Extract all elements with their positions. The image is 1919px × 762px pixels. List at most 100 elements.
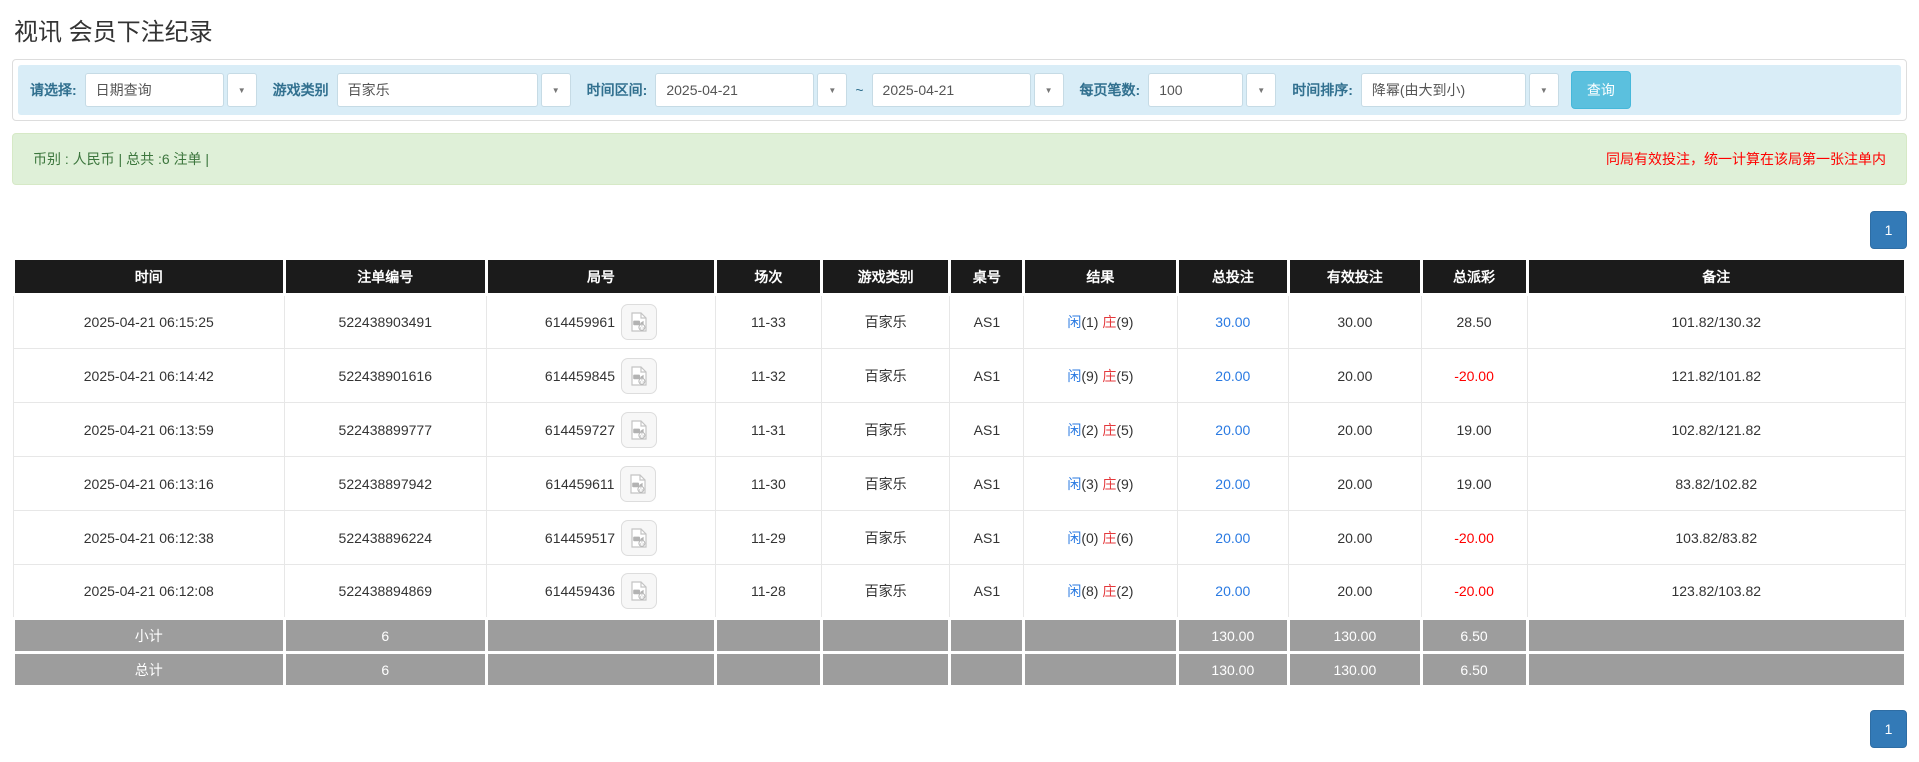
chevron-down-icon[interactable]: ▼ (227, 73, 257, 107)
cell-total-bet: 20.00 (1177, 403, 1289, 457)
total-bet-link[interactable]: 20.00 (1215, 422, 1250, 438)
total-total-bet: 130.00 (1177, 653, 1289, 687)
chevron-down-icon[interactable]: ▼ (1529, 73, 1559, 107)
video-replay-button[interactable] (620, 466, 656, 502)
cell-valid-bet: 20.00 (1289, 565, 1421, 619)
total-bet-link[interactable]: 20.00 (1215, 530, 1250, 546)
player-result-label: 闲 (1067, 314, 1081, 330)
cell-table-no: AS1 (950, 295, 1024, 349)
page-root: 视讯 会员下注纪录 请选择: 日期查询 ▼ 游戏类别 百家乐 ▼ 时间区间: 2… (0, 0, 1919, 748)
query-type-select[interactable]: 日期查询 ▼ (85, 73, 257, 107)
player-result-label: 闲 (1067, 422, 1081, 438)
cell-game-type: 百家乐 (821, 349, 950, 403)
empty-cell (821, 619, 950, 653)
cell-table-no: AS1 (950, 403, 1024, 457)
video-replay-button[interactable] (621, 304, 657, 340)
chevron-down-icon[interactable]: ▼ (1034, 73, 1064, 107)
cell-time: 2025-04-21 06:13:59 (14, 403, 285, 457)
video-camera-icon (629, 581, 649, 601)
player-result-label: 闲 (1067, 583, 1081, 599)
cell-total-bet: 20.00 (1177, 565, 1289, 619)
cell-valid-bet: 20.00 (1289, 457, 1421, 511)
date-to-select[interactable]: 2025-04-21 ▼ (872, 73, 1064, 107)
date-from-select[interactable]: 2025-04-21 ▼ (655, 73, 847, 107)
table-row: 2025-04-21 06:13:59 522438899777 6144597… (14, 403, 1906, 457)
query-type-label: 请选择: (30, 80, 77, 100)
search-button[interactable]: 查询 (1571, 71, 1631, 109)
page-size-label: 每页笔数: (1080, 80, 1141, 100)
game-type-label: 游戏类别 (273, 80, 329, 100)
time-sort-label: 时间排序: (1292, 80, 1353, 100)
filter-panel: 请选择: 日期查询 ▼ 游戏类别 百家乐 ▼ 时间区间: 2025-04-21 … (12, 59, 1907, 121)
page-1-button[interactable]: 1 (1870, 710, 1907, 748)
cell-bet-id: 522438894869 (284, 565, 486, 619)
total-bet-link[interactable]: 20.00 (1215, 476, 1250, 492)
cell-result: 闲(9) 庄(5) (1024, 349, 1177, 403)
time-sort-value: 降幂(由大到小) (1361, 73, 1526, 107)
round-number: 614459611 (545, 476, 614, 492)
total-row: 总计 6 130.00 130.00 6.50 (14, 653, 1906, 687)
game-type-select[interactable]: 百家乐 ▼ (337, 73, 571, 107)
video-replay-button[interactable] (621, 358, 657, 394)
date-to-value: 2025-04-21 (872, 73, 1031, 107)
chevron-down-icon[interactable]: ▼ (541, 73, 571, 107)
cell-time: 2025-04-21 06:12:08 (14, 565, 285, 619)
player-score: (1) (1081, 314, 1098, 330)
banker-score: (5) (1116, 422, 1133, 438)
video-camera-icon (628, 474, 648, 494)
cell-game-type: 百家乐 (821, 295, 950, 349)
page-size-value: 100 (1148, 73, 1243, 107)
round-number: 614459517 (545, 530, 615, 546)
cell-table-no: AS1 (950, 511, 1024, 565)
video-replay-button[interactable] (621, 520, 657, 556)
cell-payout: 28.50 (1421, 295, 1527, 349)
total-valid-bet: 130.00 (1289, 653, 1421, 687)
subtotal-count: 6 (284, 619, 486, 653)
cell-table-no: AS1 (950, 349, 1024, 403)
round-number: 614459845 (545, 368, 615, 384)
player-result-label: 闲 (1067, 368, 1081, 384)
cell-bet-id: 522438896224 (284, 511, 486, 565)
page-title: 视讯 会员下注纪录 (12, 10, 1907, 59)
time-range-label: 时间区间: (587, 80, 648, 100)
time-sort-select[interactable]: 降幂(由大到小) ▼ (1361, 73, 1559, 107)
col-header-remark: 备注 (1527, 259, 1905, 295)
table-row: 2025-04-21 06:13:16 522438897942 6144596… (14, 457, 1906, 511)
warning-note-text: 同局有效投注，统一计算在该局第一张注单内 (1606, 149, 1886, 169)
video-camera-icon (629, 528, 649, 548)
player-result-label: 闲 (1067, 530, 1081, 546)
cell-remark: 102.82/121.82 (1527, 403, 1905, 457)
date-range-separator: ~ (855, 82, 863, 98)
page-size-select[interactable]: 100 ▼ (1148, 73, 1276, 107)
empty-cell (1024, 619, 1177, 653)
cell-round: 614459436 (486, 565, 715, 619)
video-replay-button[interactable] (621, 412, 657, 448)
pagination-bottom: 1 (12, 710, 1907, 748)
cell-game-type: 百家乐 (821, 565, 950, 619)
cell-total-bet: 30.00 (1177, 295, 1289, 349)
game-type-value: 百家乐 (337, 73, 538, 107)
empty-cell (486, 653, 715, 687)
page-1-button[interactable]: 1 (1870, 211, 1907, 249)
total-bet-link[interactable]: 20.00 (1215, 583, 1250, 599)
chevron-down-icon[interactable]: ▼ (817, 73, 847, 107)
total-bet-link[interactable]: 20.00 (1215, 368, 1250, 384)
table-row: 2025-04-21 06:14:42 522438901616 6144598… (14, 349, 1906, 403)
video-replay-button[interactable] (621, 573, 657, 609)
table-row: 2025-04-21 06:12:08 522438894869 6144594… (14, 565, 1906, 619)
total-payout: 6.50 (1421, 653, 1527, 687)
col-header-table-no: 桌号 (950, 259, 1024, 295)
cell-payout: -20.00 (1421, 565, 1527, 619)
video-camera-icon (629, 366, 649, 386)
summary-bar: 币别 : 人民币 | 总共 :6 注单 | 同局有效投注，统一计算在该局第一张注… (12, 133, 1907, 185)
cell-game-type: 百家乐 (821, 457, 950, 511)
total-bet-link[interactable]: 30.00 (1215, 314, 1250, 330)
cell-remark: 121.82/101.82 (1527, 349, 1905, 403)
round-number: 614459727 (545, 422, 615, 438)
banker-result-label: 庄 (1102, 583, 1116, 599)
chevron-down-icon[interactable]: ▼ (1246, 73, 1276, 107)
cell-session: 11-29 (715, 511, 821, 565)
total-label: 总计 (14, 653, 285, 687)
cell-result: 闲(1) 庄(9) (1024, 295, 1177, 349)
empty-cell (821, 653, 950, 687)
